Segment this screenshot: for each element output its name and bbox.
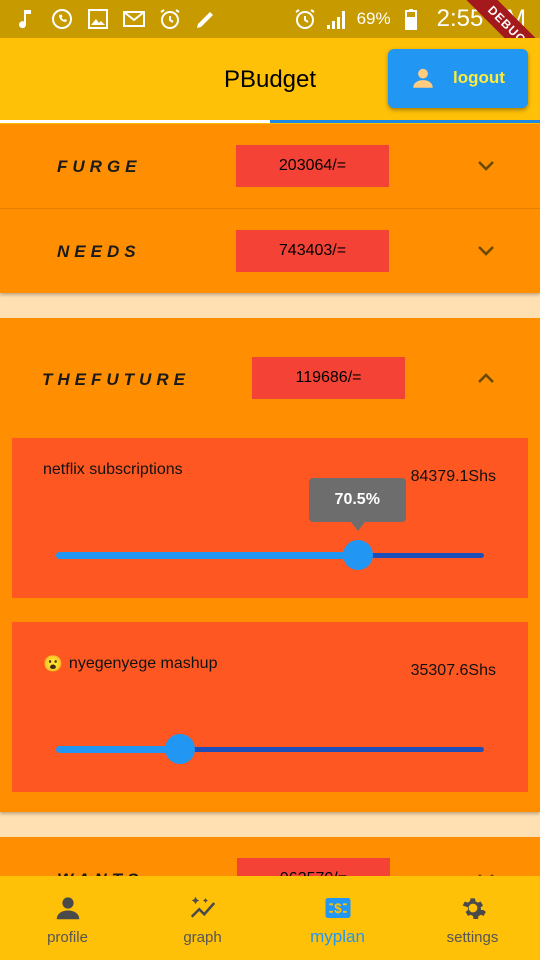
nav-item-myplan[interactable]: $ myplan (270, 876, 405, 960)
nav-item-settings[interactable]: settings (405, 876, 540, 960)
pencil-icon (197, 12, 213, 28)
logout-label: logout (453, 68, 505, 87)
status-bar: 69% 2:55 PM DEBUG (0, 0, 540, 72)
app-bar: PBudget logout (0, 38, 540, 124)
panel-header-needs[interactable]: NEEDS 743403/= (0, 209, 540, 293)
slider-track-active (56, 746, 181, 753)
alarm-icon (295, 9, 315, 29)
amount-box: 743403/= (236, 230, 389, 272)
tab-indicator-track (0, 120, 270, 123)
item-label: netflix subscriptions (43, 461, 183, 479)
money-icon: $ (325, 898, 351, 918)
budget-item-card: netflix subscriptions 84379.1Shs 70.5% (12, 438, 528, 598)
panel-title: THEFUTURE (42, 370, 190, 389)
slider-value-tooltip: 70.5% (308, 478, 406, 531)
slider-track-active (56, 552, 358, 559)
panel-title: FURGE (57, 157, 142, 176)
amount-box: 119686/= (252, 357, 405, 399)
amount-box: 203064/= (236, 145, 389, 187)
item-label-text: nyegenyege mashup (68, 655, 218, 672)
slider-track-inactive (357, 553, 484, 558)
chevron-down-icon[interactable] (474, 239, 498, 263)
whatsapp-icon (52, 9, 72, 29)
slider-track-inactive (180, 747, 484, 752)
logout-button[interactable]: logout (388, 49, 528, 108)
panel-header-furge[interactable]: FURGE 203064/= (0, 124, 540, 208)
tab-indicator (270, 120, 540, 123)
mail-icon (123, 11, 145, 27)
image-icon (88, 9, 108, 29)
nav-label: graph (183, 929, 222, 946)
panel-title: NEEDS (57, 242, 141, 261)
auto-graph-icon (190, 896, 216, 918)
item-value: 84379.1Shs (410, 468, 496, 485)
person-icon (413, 68, 433, 88)
nav-label: settings (446, 929, 499, 946)
music-note-icon (19, 10, 31, 29)
signal-icon (326, 11, 345, 29)
item-label-text: netflix subscriptions (43, 461, 183, 478)
panel-group-1: FURGE 203064/= NEEDS 743403/= (0, 124, 540, 293)
battery-icon (404, 9, 417, 30)
svg-text:$: $ (334, 901, 342, 916)
slider-thumb[interactable] (165, 734, 196, 764)
nav-label: profile (47, 929, 88, 946)
slider-thumb[interactable] (342, 540, 373, 570)
battery-percent: 69% (356, 9, 391, 28)
nav-label: myplan (310, 927, 365, 946)
gear-icon (462, 898, 486, 919)
alarm-icon (160, 9, 180, 29)
panel-header-thefuture[interactable]: THEFUTURE 119686/= (0, 336, 540, 420)
bottom-navigation: profile graph $ myplan settings (0, 876, 540, 960)
emoji: 😮 (43, 656, 63, 673)
person-icon (56, 897, 80, 920)
chevron-down-icon[interactable] (474, 154, 498, 178)
nav-item-graph[interactable]: graph (135, 876, 270, 960)
budget-item-card: 😮 nyegenyege mashup 35307.6Shs (12, 622, 528, 792)
nav-item-profile[interactable]: profile (0, 876, 135, 960)
item-value: 35307.6Shs (410, 662, 496, 679)
chevron-up-icon[interactable] (474, 366, 498, 390)
panel-thefuture: THEFUTURE 119686/= netflix subscriptions… (0, 318, 540, 812)
item-label: 😮 nyegenyege mashup (43, 654, 217, 674)
